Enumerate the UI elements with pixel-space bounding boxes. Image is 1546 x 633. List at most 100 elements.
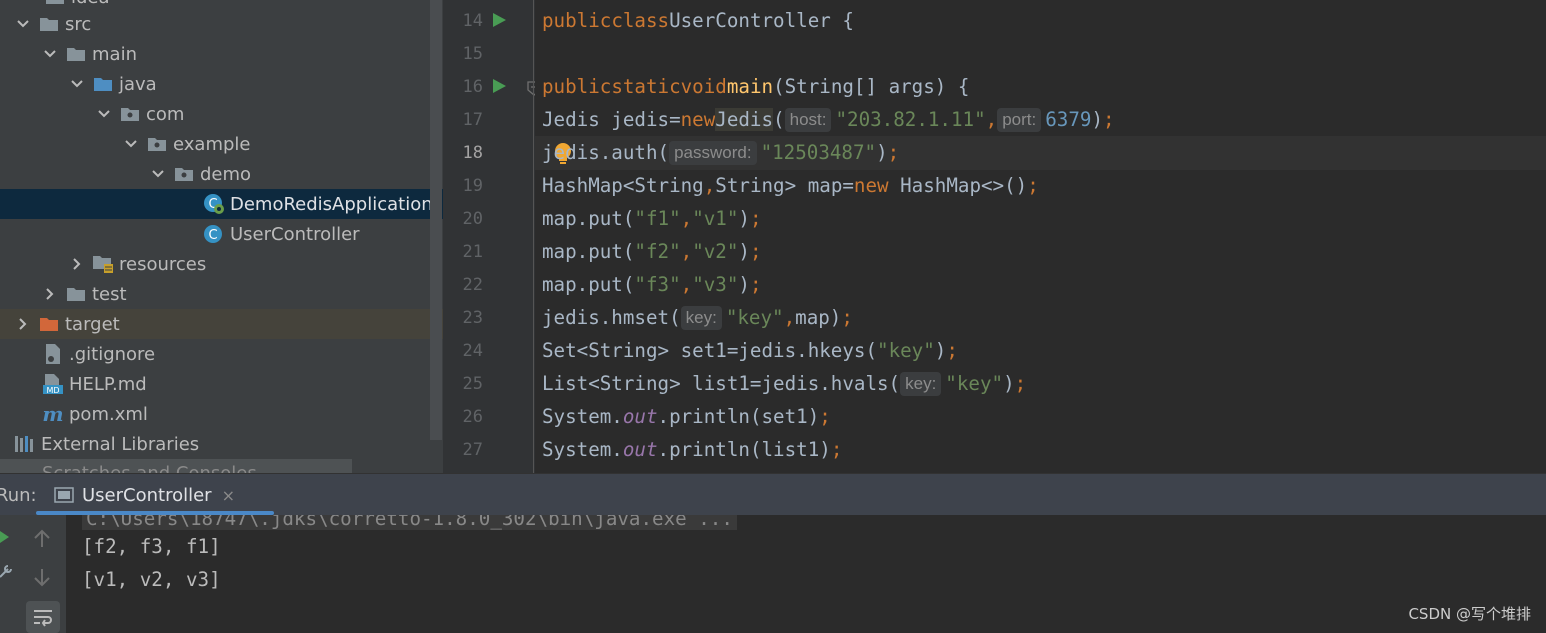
chevron-down-icon[interactable] — [39, 43, 61, 65]
run-gutter-icon[interactable] — [491, 12, 507, 28]
chevron-down-icon[interactable] — [147, 163, 169, 185]
chevron-down-icon[interactable] — [120, 133, 142, 155]
param-hint-key: key: — [900, 371, 942, 396]
code-line-19: HashMap<String, String> map= new HashMap<>… — [542, 174, 1039, 197]
code-line-25: List<String> list1=jedis.hvals(key: "key"… — [542, 371, 1027, 396]
console-command-line: C:\Users\18747\.jdks\corretto-1.8.0_302\… — [82, 515, 737, 530]
tree-item-external-libraries[interactable]: External Libraries — [0, 429, 443, 459]
folder-icon — [44, 0, 66, 8]
line-number: 14 — [462, 11, 483, 31]
tree-item-demo[interactable]: demo — [0, 159, 443, 189]
param-hint-key: key: — [680, 305, 722, 330]
tree-item-demoredisapplication[interactable]: C DemoRedisApplication — [0, 189, 443, 219]
line-number: 19 — [462, 176, 483, 196]
line-number: 26 — [462, 407, 483, 427]
chevron-down-icon[interactable] — [66, 73, 88, 95]
run-label: Run: — [0, 485, 37, 506]
watermark: CSDN @写个堆排 — [1408, 605, 1531, 623]
close-icon[interactable]: × — [222, 486, 235, 505]
tree-item-help-md[interactable]: MD HELP.md — [0, 369, 443, 399]
folder-icon — [65, 43, 87, 65]
run-tab-label: UserController — [82, 484, 212, 506]
svg-text:MD: MD — [46, 386, 59, 395]
folder-icon — [38, 13, 60, 35]
code-line-27: System. out .println(list1); — [542, 438, 843, 461]
libraries-icon — [14, 433, 36, 455]
tree-item-main[interactable]: main — [0, 39, 443, 69]
run-gutter-icon[interactable] — [491, 78, 507, 94]
tree-item-pom-xml[interactable]: m pom.xml — [0, 399, 443, 429]
gutter-divider — [533, 0, 534, 473]
line-number: 22 — [462, 275, 483, 295]
package-icon — [146, 133, 168, 155]
chevron-right-icon[interactable] — [39, 283, 61, 305]
line-number: 24 — [462, 341, 483, 361]
maven-file-icon: m — [42, 403, 64, 425]
line-number: 15 — [462, 44, 483, 64]
java-class-icon: C — [203, 223, 225, 245]
editor-gutter: 14 15 16 17 18 19 20 21 22 23 24 25 26 2… — [443, 0, 541, 473]
package-icon — [173, 163, 195, 185]
code-editor[interactable]: public class UserController { public sta… — [535, 0, 1546, 473]
chevron-down-icon[interactable] — [12, 13, 34, 35]
tree-item-example[interactable]: example — [0, 129, 443, 159]
code-line-18: jedis.auth(password: "12503487"); — [542, 140, 900, 165]
code-line-23: jedis.hmset(key: "key", map); — [542, 305, 853, 330]
code-line-22: map.put("f3", "v3"); — [542, 273, 762, 296]
param-hint-password: password: — [669, 140, 757, 165]
chevron-right-icon[interactable] — [12, 313, 34, 335]
param-hint-port: port: — [997, 107, 1042, 132]
code-line-14: public class UserController { — [542, 9, 854, 32]
line-number: 21 — [462, 242, 483, 262]
tree-item-src[interactable]: src — [0, 9, 443, 39]
param-hint-host: host: — [784, 107, 832, 132]
tree-item-resources[interactable]: resources — [0, 249, 443, 279]
folder-icon — [65, 283, 87, 305]
line-number: 23 — [462, 308, 483, 328]
code-line-20: map.put("f1", "v1"); — [542, 207, 762, 230]
tree-scrollbar[interactable] — [430, 0, 442, 440]
line-number: 18 — [462, 143, 483, 163]
code-line-24: Set<String> set1=jedis.hkeys("key"); — [542, 339, 958, 362]
tree-item-target[interactable]: target — [0, 309, 443, 339]
run-tab-usercontroller[interactable]: UserController × — [36, 474, 274, 516]
tree-item-java[interactable]: java — [0, 69, 443, 99]
code-line-26: System. out .println(set1); — [542, 405, 831, 428]
code-line-16: public static void main (String[] args) { — [542, 75, 970, 98]
code-line-17: Jedis jedis= new Jedis(host: "203.82.1.11"… — [542, 107, 1115, 132]
chevron-right-icon[interactable] — [66, 253, 88, 275]
run-tool-window-header: Run: UserController × — [0, 473, 1546, 515]
spring-boot-class-icon: C — [203, 193, 225, 215]
console-output-line: [v1, v2, v3] — [82, 568, 221, 591]
arrow-up-icon[interactable] — [31, 529, 53, 549]
wrench-icon[interactable] — [0, 565, 12, 581]
scratches-label: Scratches and Consoles — [42, 463, 257, 473]
project-tree: idea src main java com example demo C De… — [0, 0, 443, 473]
code-line-21: map.put("f2", "v2"); — [542, 240, 762, 263]
source-folder-icon — [92, 73, 114, 95]
tree-item-gitignore[interactable]: .gitignore — [0, 339, 443, 369]
console-output-line: [f2, f3, f1] — [82, 535, 221, 558]
line-number: 20 — [462, 209, 483, 229]
tree-item-usercontroller[interactable]: C UserController — [0, 219, 443, 249]
gitignore-file-icon — [42, 343, 64, 365]
line-number: 16 — [462, 77, 483, 97]
chevron-down-icon[interactable] — [93, 103, 115, 125]
run-toolbar — [0, 515, 66, 633]
line-number: 27 — [462, 440, 483, 460]
arrow-down-icon[interactable] — [31, 567, 53, 587]
soft-wrap-icon — [34, 610, 52, 627]
tree-item-scratches[interactable]: Scratches and Consoles — [0, 459, 352, 473]
console-icon — [54, 487, 74, 503]
line-number: 17 — [462, 110, 483, 130]
soft-wrap-button[interactable] — [26, 601, 60, 633]
resources-folder-icon — [92, 253, 114, 275]
excluded-folder-icon — [38, 313, 60, 335]
console-output[interactable]: C:\Users\18747\.jdks\corretto-1.8.0_302\… — [66, 515, 1546, 633]
tree-item-com[interactable]: com — [0, 99, 443, 129]
package-icon — [119, 103, 141, 125]
rerun-icon[interactable] — [0, 529, 10, 545]
markdown-file-icon: MD — [42, 373, 64, 395]
tree-item-test[interactable]: test — [0, 279, 443, 309]
line-number: 25 — [462, 374, 483, 394]
